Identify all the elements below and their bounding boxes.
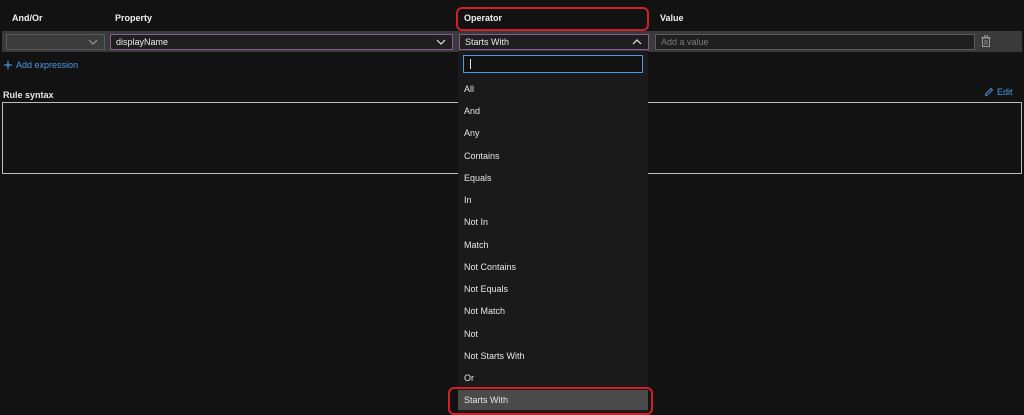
plus-icon bbox=[4, 61, 12, 69]
value-header: Value bbox=[660, 13, 684, 23]
operator-option[interactable]: Contains bbox=[458, 146, 648, 166]
edit-link[interactable]: Edit bbox=[984, 87, 1013, 97]
operator-option[interactable]: And bbox=[458, 101, 648, 121]
property-select[interactable]: displayName bbox=[110, 34, 453, 50]
chevron-down-icon bbox=[88, 39, 98, 45]
pencil-icon bbox=[984, 87, 994, 97]
add-expression-label: Add expression bbox=[16, 60, 79, 70]
property-header: Property bbox=[115, 13, 153, 23]
operator-option[interactable]: Not Match bbox=[458, 301, 648, 321]
text-caret bbox=[470, 59, 471, 69]
operator-header-highlight bbox=[456, 7, 649, 31]
operator-option[interactable]: Match bbox=[458, 235, 648, 255]
operator-option[interactable]: All bbox=[458, 79, 648, 99]
rule-syntax-label: Rule syntax bbox=[3, 90, 54, 100]
edit-label: Edit bbox=[997, 87, 1013, 97]
chevron-down-icon bbox=[436, 39, 446, 45]
operator-option[interactable]: Not Equals bbox=[458, 279, 648, 299]
andor-select[interactable] bbox=[6, 34, 105, 50]
operator-option[interactable]: Any bbox=[458, 123, 648, 143]
operator-option[interactable]: Not Starts With bbox=[458, 346, 648, 366]
add-expression-link[interactable]: Add expression bbox=[3, 60, 78, 70]
operator-option[interactable]: Not In bbox=[458, 212, 648, 232]
selected-option-highlight bbox=[448, 387, 653, 415]
operator-select-value: Starts With bbox=[465, 37, 510, 47]
trash-icon[interactable] bbox=[979, 34, 993, 48]
operator-search-input[interactable] bbox=[463, 55, 643, 73]
operator-option[interactable]: Or bbox=[458, 368, 648, 388]
operator-option[interactable]: Equals bbox=[458, 168, 648, 188]
operator-option[interactable]: In bbox=[458, 190, 648, 210]
operator-option[interactable]: Not Contains bbox=[458, 257, 648, 277]
operator-option[interactable]: Not bbox=[458, 324, 648, 344]
property-select-value: displayName bbox=[116, 37, 169, 47]
andor-header: And/Or bbox=[12, 13, 43, 23]
value-input-placeholder: Add a value bbox=[661, 37, 709, 47]
chevron-up-icon bbox=[632, 39, 642, 45]
operator-select[interactable]: Starts With bbox=[459, 34, 649, 50]
value-input[interactable]: Add a value bbox=[655, 34, 975, 50]
